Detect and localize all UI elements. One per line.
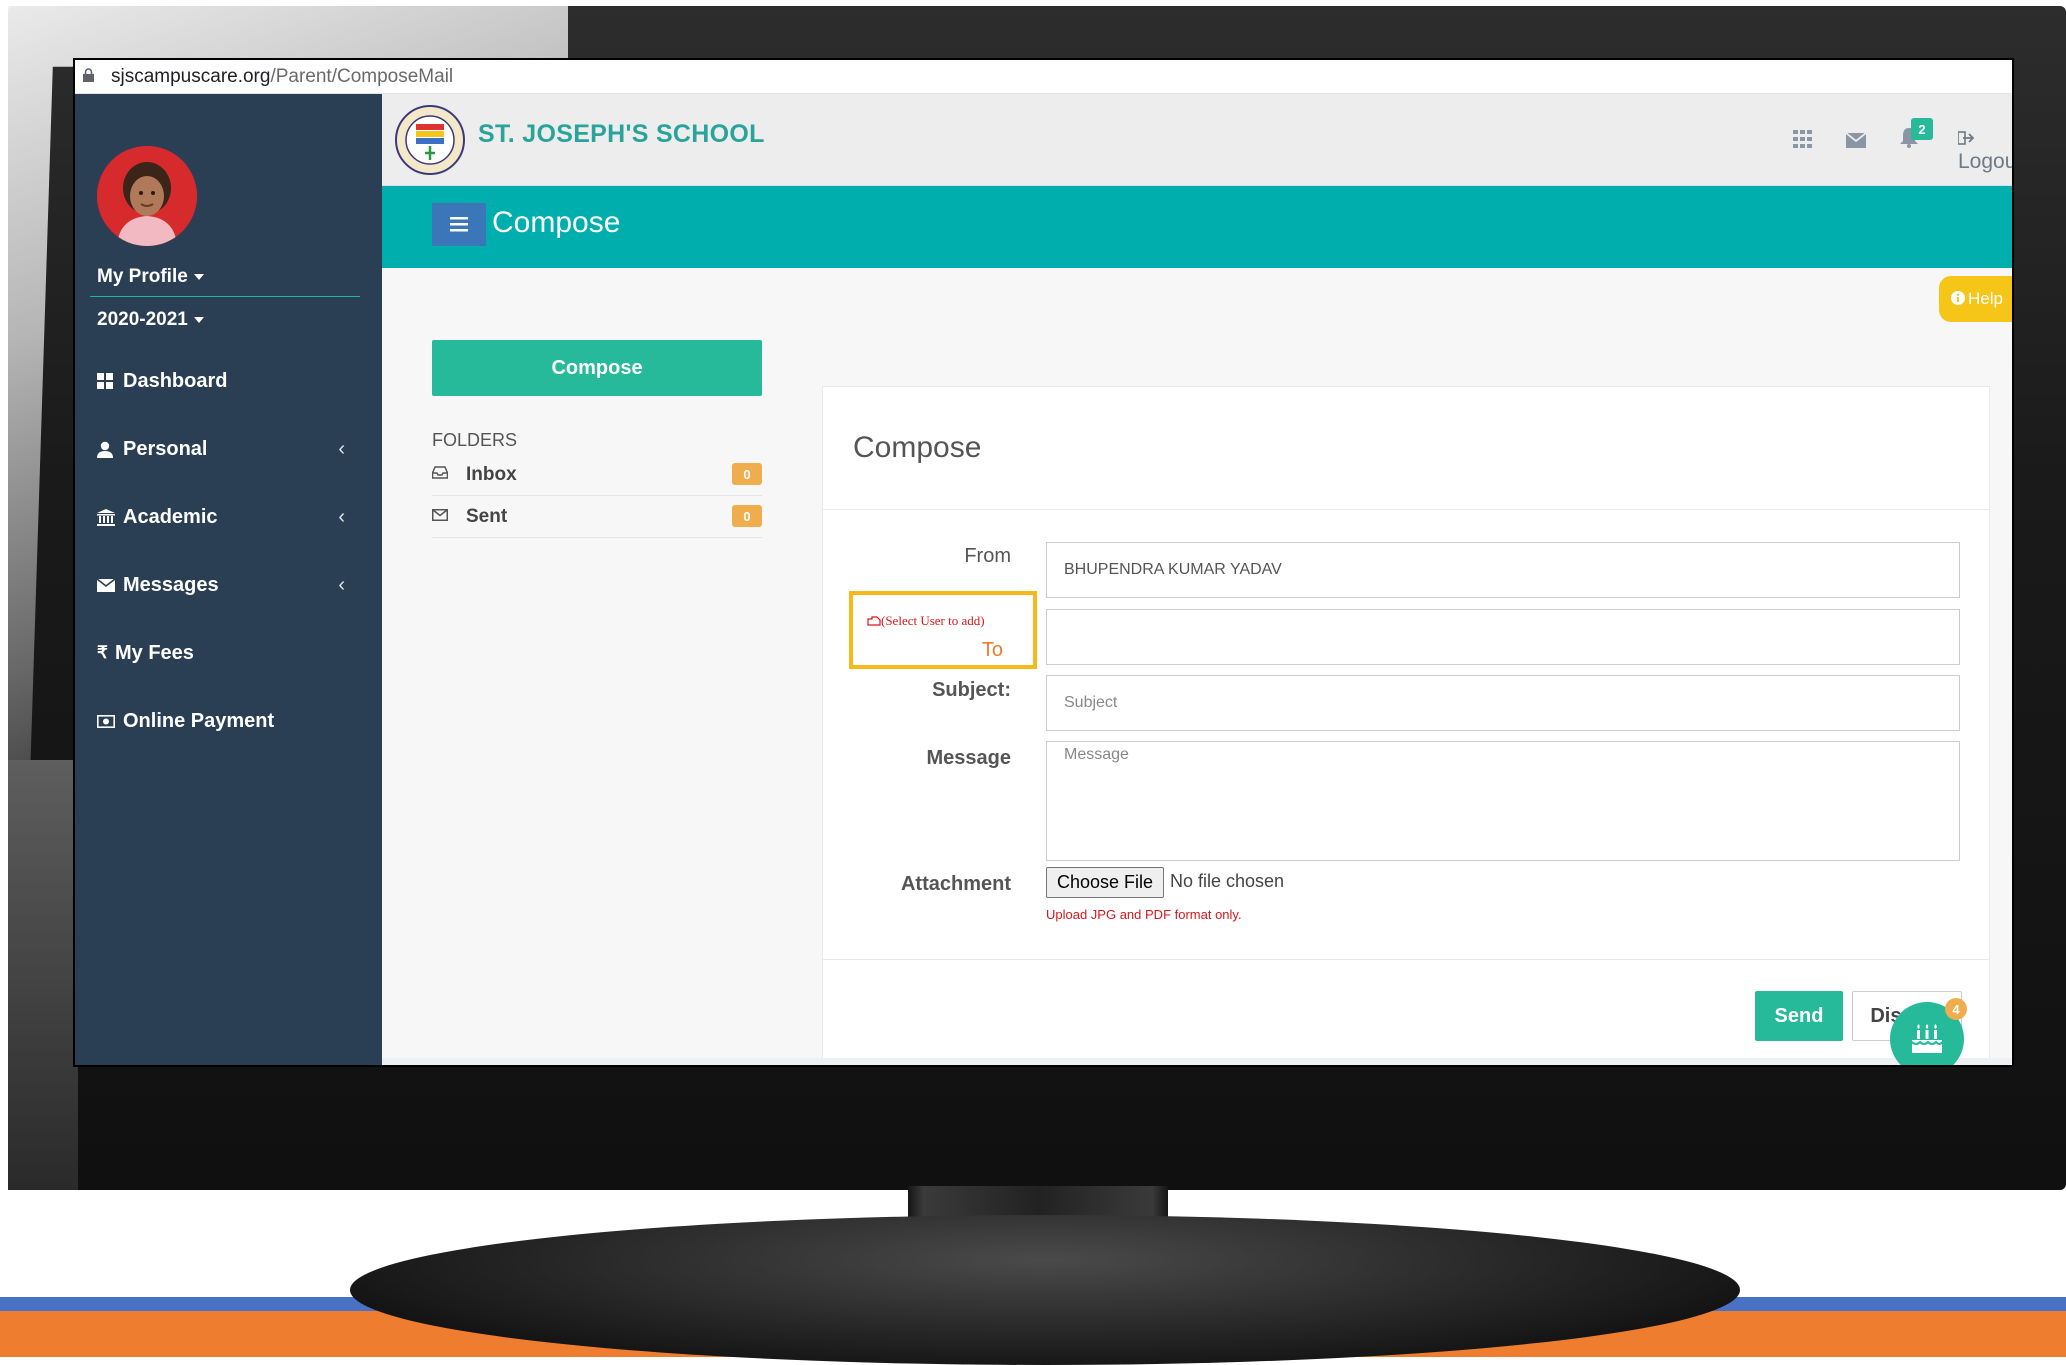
sidebar-item-dashboard[interactable]: Dashboard — [97, 366, 367, 396]
to-hint-text: (Select User to add) — [881, 613, 985, 628]
upload-note: Upload JPG and PDF format only. — [1046, 907, 1242, 922]
sidebar-item-label: My Fees — [115, 641, 194, 664]
sidebar-item-label: Dashboard — [123, 369, 228, 392]
message-textarea[interactable]: Message — [1046, 741, 1960, 861]
attachment-label: Attachment — [900, 873, 1011, 895]
folders-heading: FOLDERS — [432, 430, 518, 450]
message-label: Message — [926, 747, 1012, 769]
hamburger-icon — [450, 217, 468, 232]
my-profile-label: My Profile — [97, 266, 188, 287]
logout-label: Logout — [1958, 150, 2012, 173]
url-host: sjscampuscare.org — [111, 66, 271, 87]
compose-panel: Compose From BHUPENDRA KUMAR YADAV (Sele… — [822, 386, 1990, 1065]
chevron-left-icon: ‹ — [338, 505, 345, 528]
caret-down-icon — [193, 316, 204, 323]
avatar[interactable] — [97, 146, 197, 246]
academic-year-label: 2020-2021 — [97, 309, 188, 330]
compose-panel-title: Compose — [853, 431, 982, 464]
subject-label: Subject: — [932, 679, 1011, 701]
mail-icon[interactable] — [1845, 128, 1867, 154]
monitor-gloss-side — [8, 760, 78, 1190]
page-title-bar: Compose — [382, 186, 2012, 268]
sidebar: My Profile 2020-2021 Dashboard Personal … — [75, 94, 382, 1065]
compose-button[interactable]: Compose — [432, 340, 762, 396]
money-icon — [97, 714, 119, 728]
dashboard-icon — [97, 373, 119, 389]
info-icon — [1951, 291, 1965, 305]
user-icon — [97, 441, 119, 458]
chevron-left-icon: ‹ — [338, 437, 345, 460]
to-hint[interactable]: (Select User to add) — [867, 613, 985, 629]
bank-icon — [97, 508, 119, 526]
to-field[interactable] — [1046, 609, 1960, 665]
envelope-icon — [97, 578, 119, 592]
sidebar-item-messages[interactable]: Messages ‹ — [97, 570, 367, 600]
apps-grid-icon[interactable] — [1793, 128, 1813, 154]
inbox-icon — [431, 465, 456, 484]
school-name: ST. JOSEPH'S SCHOOL — [478, 120, 765, 148]
sidebar-item-online-payment[interactable]: Online Payment — [97, 706, 367, 736]
folder-count-badge: 0 — [732, 505, 762, 527]
school-logo — [395, 105, 465, 175]
sidebar-item-label: Online Payment — [123, 709, 275, 732]
folder-inbox[interactable]: Inbox 0 — [431, 454, 762, 496]
url-path: /Parent/ComposeMail — [270, 66, 454, 87]
chat-badge: 4 — [1945, 998, 1967, 1020]
sidebar-item-label: Messages — [123, 573, 219, 596]
help-label: Help — [1968, 289, 2003, 308]
panel-divider — [823, 509, 1989, 510]
hand-pointer-icon — [867, 616, 881, 626]
profile-divider — [90, 296, 360, 297]
monitor-stand-base — [350, 1215, 1740, 1365]
from-field[interactable]: BHUPENDRA KUMAR YADAV — [1046, 542, 1960, 598]
browser-url-bar[interactable]: sjscampuscare.org/Parent/ComposeMail — [75, 60, 2012, 94]
sign-out-icon — [1957, 131, 1975, 146]
page-title: Compose — [492, 206, 621, 239]
lock-icon — [83, 68, 94, 82]
choose-file-button[interactable]: Choose File — [1046, 867, 1165, 898]
subject-input[interactable]: Subject — [1046, 675, 1960, 731]
help-button[interactable]: Help — [1939, 276, 2012, 322]
notification-badge: 2 — [1911, 118, 1933, 140]
folder-label: Inbox — [466, 463, 517, 485]
screen: sjscampuscare.org/Parent/ComposeMail My … — [75, 60, 2012, 1065]
birthday-cake-icon — [1911, 1024, 1943, 1053]
chevron-left-icon: ‹ — [338, 573, 345, 596]
folder-sent[interactable]: Sent 0 — [432, 496, 762, 538]
panel-divider — [823, 959, 1989, 960]
send-button[interactable]: Send — [1755, 991, 1843, 1041]
sidebar-item-my-fees[interactable]: ₹ My Fees — [97, 638, 367, 668]
footer-strip — [382, 1058, 2012, 1065]
my-profile-dropdown[interactable]: My Profile — [97, 266, 204, 288]
to-label: To — [981, 639, 1003, 661]
sidebar-item-label: Academic — [123, 505, 218, 528]
top-navbar: ST. JOSEPH'S SCHOOL 2 Logout — [382, 94, 2012, 186]
sidebar-item-label: Personal — [123, 437, 208, 460]
caret-down-icon — [193, 273, 204, 280]
url-text[interactable]: sjscampuscare.org/Parent/ComposeMail — [111, 66, 453, 88]
academic-year-dropdown[interactable]: 2020-2021 — [97, 309, 204, 331]
folder-count-badge: 0 — [732, 463, 762, 485]
folder-label: Sent — [466, 505, 508, 527]
envelope-outline-icon — [432, 508, 456, 526]
sidebar-item-personal[interactable]: Personal ‹ — [97, 434, 367, 464]
rupee-icon: ₹ — [97, 643, 108, 662]
file-status: No file chosen — [1170, 871, 1285, 891]
from-label: From — [964, 545, 1011, 567]
main-content: Help Compose FOLDERS Inbox 0 Sent 0 Comp… — [382, 268, 2012, 1065]
sidebar-item-academic[interactable]: Academic ‹ — [97, 502, 367, 532]
logout-link[interactable]: Logout — [1957, 126, 2012, 174]
avatar-image — [97, 146, 197, 246]
menu-toggle-button[interactable] — [432, 203, 486, 246]
